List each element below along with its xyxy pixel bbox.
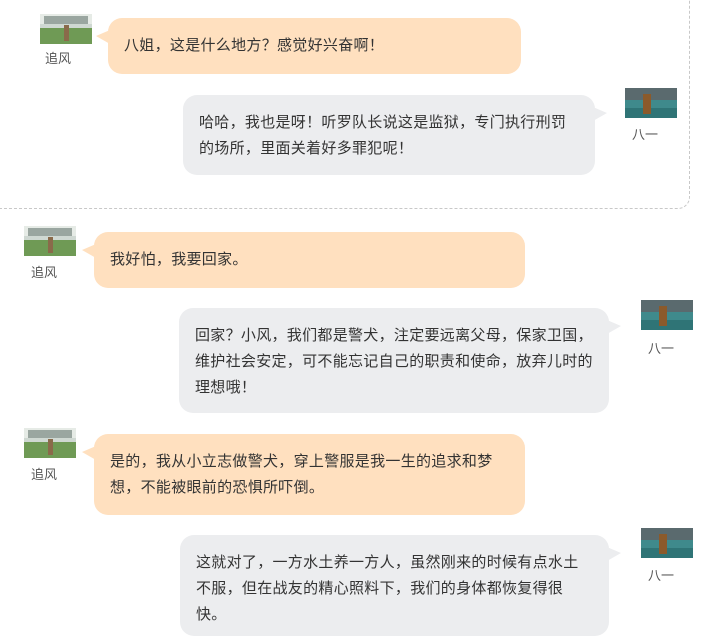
avatar-zhuifeng[interactable] [24,428,76,458]
field-photo-avatar-icon [40,14,92,44]
chat-bubble-right: 哈哈，我也是呀！听罗队长说这是监狱，专门执行刑罚的场所，里面关着好多罪犯呢！ [183,95,607,175]
username-right: 八一 [647,569,674,584]
chat-bubble-right: 回家？小风，我们都是警犬，注定要远离父母，保家卫国，维护社会安定，可不能忘记自己… [179,308,621,413]
message-text: 是的，我从小立志做警犬，穿上警服是我一生的追求和梦想，不能被眼前的恐惧所吓倒。 [110,452,493,496]
username-left: 追风 [30,468,57,483]
username-right: 八一 [647,342,674,357]
chat-bubble-left: 是的，我从小立志做警犬，穿上警服是我一生的追求和梦想，不能被眼前的恐惧所吓倒。 [82,434,525,515]
chat-bubble-left: 我好怕，我要回家。 [82,232,525,288]
message-text: 这就对了，一方水土养一方人，虽然刚来的时候有点水土不服，但在战友的精心照料下，我… [196,553,579,623]
avatar-bayi[interactable] [641,300,693,330]
avatar-bayi[interactable] [641,528,693,558]
message-text: 八姐，这是什么地方？感觉好兴奋啊！ [124,36,385,54]
chat-bubble-left: 八姐，这是什么地方？感觉好兴奋啊！ [96,18,521,74]
avatar-zhuifeng[interactable] [24,226,76,256]
gym-photo-avatar-icon [625,88,677,118]
chat-bubble-right: 这就对了，一方水土养一方人，虽然刚来的时候有点水土不服，但在战友的精心照料下，我… [180,535,621,636]
username-left: 追风 [44,52,71,67]
gym-photo-avatar-icon [641,300,693,330]
field-photo-avatar-icon [24,428,76,458]
message-text: 回家？小风，我们都是警犬，注定要远离父母，保家卫国，维护社会安定，可不能忘记自己… [195,326,593,396]
avatar-zhuifeng[interactable] [40,14,92,44]
username-right: 八一 [631,128,658,143]
field-photo-avatar-icon [24,226,76,256]
username-left: 追风 [30,266,57,281]
message-text: 我好怕，我要回家。 [110,250,248,268]
avatar-bayi[interactable] [625,88,677,118]
gym-photo-avatar-icon [641,528,693,558]
message-text: 哈哈，我也是呀！听罗队长说这是监狱，专门执行刑罚的场所，里面关着好多罪犯呢！ [199,113,567,157]
